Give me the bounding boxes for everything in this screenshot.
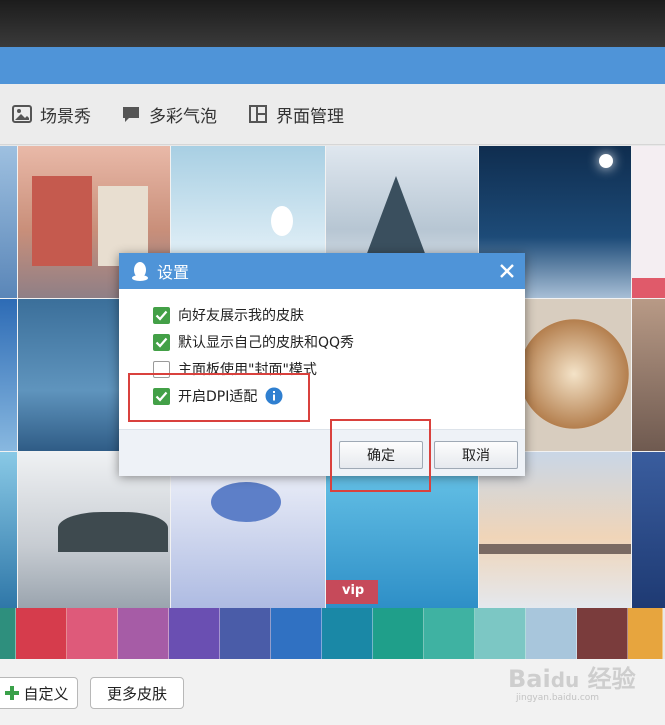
chat-bubble-icon — [123, 107, 139, 122]
color-swatch[interactable] — [169, 608, 220, 659]
dialog-header[interactable]: 设置 — [119, 253, 525, 289]
tab-scene-show[interactable]: 场景秀 — [12, 84, 91, 144]
skin-tile[interactable] — [0, 452, 17, 608]
tab-label: 界面管理 — [276, 106, 344, 127]
tab-label: 场景秀 — [40, 106, 91, 127]
tab-bubbles[interactable]: 多彩气泡 — [121, 84, 217, 144]
checkbox-checked-icon[interactable] — [153, 333, 170, 351]
window-title-bar[interactable] — [0, 47, 665, 84]
option-show-own-skin[interactable]: 默认显示自己的皮肤和QQ秀 — [153, 331, 354, 353]
settings-dialog: 设置 向好友展示我的皮肤 默认显示自己的皮肤和QQ秀 主面板使用"封面"模式 开… — [119, 253, 525, 476]
layout-icon — [249, 105, 267, 123]
color-swatch[interactable] — [526, 608, 577, 659]
tab-interface[interactable]: 界面管理 — [248, 84, 344, 144]
color-swatch[interactable] — [271, 608, 322, 659]
option-label: 默认显示自己的皮肤和QQ秀 — [178, 335, 355, 351]
color-swatch-bar — [0, 608, 665, 659]
tab-label: 多彩气泡 — [149, 106, 217, 127]
qq-penguin-icon — [132, 262, 148, 281]
skin-tile[interactable] — [0, 299, 17, 451]
color-swatch[interactable] — [67, 608, 118, 659]
color-swatch[interactable] — [577, 608, 628, 659]
color-swatch[interactable] — [322, 608, 373, 659]
skin-tile[interactable] — [632, 146, 665, 298]
skin-tile[interactable] — [0, 146, 17, 298]
color-swatch[interactable] — [628, 608, 663, 659]
plus-icon — [5, 686, 20, 700]
tab-bar: 场景秀 多彩气泡 界面管理 — [0, 84, 665, 145]
baidu-watermark-logo: Baidu 经验 jingyan.baidu.com — [508, 665, 636, 703]
color-swatch[interactable] — [118, 608, 169, 659]
highlight-box-dpi-option — [128, 373, 310, 422]
custom-skin-button[interactable]: 自定义 — [0, 677, 78, 709]
option-label: 向好友展示我的皮肤 — [178, 308, 304, 324]
image-icon — [12, 105, 32, 123]
highlight-box-ok-button — [330, 419, 431, 492]
color-swatch[interactable] — [16, 608, 67, 659]
more-skins-button[interactable]: 更多皮肤 — [90, 677, 184, 709]
color-swatch[interactable] — [424, 608, 475, 659]
checkbox-checked-icon[interactable] — [153, 306, 170, 324]
color-swatch[interactable] — [220, 608, 271, 659]
skin-tile[interactable] — [632, 299, 665, 451]
color-swatch[interactable] — [0, 608, 16, 659]
cancel-button[interactable]: 取消 — [434, 441, 518, 469]
close-icon[interactable] — [497, 261, 517, 281]
custom-skin-label: 自定义 — [23, 684, 69, 703]
dialog-footer: 确定 取消 — [119, 429, 525, 476]
color-swatch[interactable] — [373, 608, 424, 659]
color-swatch[interactable] — [475, 608, 526, 659]
more-skins-label: 更多皮肤 — [106, 684, 167, 703]
dialog-title: 设置 — [157, 263, 190, 282]
option-show-skin-to-friends[interactable]: 向好友展示我的皮肤 — [153, 304, 304, 326]
vip-badge: vip — [342, 583, 365, 598]
window-top-dark-strip — [0, 0, 665, 47]
skin-tile[interactable] — [632, 452, 665, 608]
